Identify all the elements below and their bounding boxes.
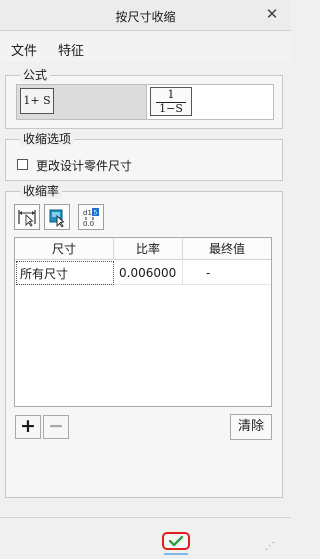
- col-dimension[interactable]: 尺寸: [15, 238, 114, 260]
- formula-option-fraction[interactable]: 1 1−S: [148, 85, 273, 119]
- col-final-value[interactable]: 最终值: [183, 238, 271, 260]
- title-bar: 按尺寸收缩 ✕: [0, 0, 291, 31]
- remove-row-button[interactable]: −: [43, 415, 69, 439]
- cell-final-value: -: [206, 266, 211, 280]
- svg-text:0.0: 0.0: [83, 220, 94, 227]
- select-feature-button[interactable]: [44, 204, 70, 230]
- confirm-check-icon: [168, 535, 184, 547]
- shrink-rate-table: 尺寸 比率 最终值 所有尺寸 0.006000 -: [14, 237, 272, 407]
- formula-group: 公式 1+ S 1 1−S: [5, 68, 283, 129]
- change-design-dimensions-checkbox[interactable]: [17, 159, 28, 170]
- menu-bar: 文件 特征: [0, 32, 291, 62]
- col-ratio[interactable]: 比率: [114, 238, 183, 260]
- dimension-value-toggle-button[interactable]: d1 5 0.0: [78, 204, 104, 230]
- formula-fraction: 1 1−S: [150, 87, 192, 116]
- resize-grip-icon[interactable]: ⋰: [265, 541, 277, 552]
- formula-1-plus-s-label: 1+ S: [20, 88, 54, 114]
- ok-button[interactable]: [162, 532, 190, 550]
- dialog-title: 按尺寸收缩: [115, 10, 176, 24]
- select-dimension-button[interactable]: [14, 204, 40, 230]
- close-icon[interactable]: ✕: [263, 5, 281, 23]
- cell-dimension[interactable]: 所有尺寸: [16, 261, 114, 285]
- dimension-value-toggle-icon: d1 5 0.0: [83, 208, 99, 227]
- menu-feature[interactable]: 特征: [58, 40, 84, 59]
- fraction-numerator: 1: [167, 88, 175, 101]
- shrink-rate-legend: 收缩率: [20, 184, 63, 198]
- formula-legend: 公式: [20, 68, 51, 82]
- shrink-options-group: 收缩选项 更改设计零件尺寸: [5, 132, 283, 181]
- table-row[interactable]: 所有尺寸 0.006000 -: [15, 261, 271, 285]
- select-dimension-icon: [18, 210, 36, 227]
- shrink-options-legend: 收缩选项: [20, 132, 75, 146]
- formula-option-1-plus-s[interactable]: 1+ S: [17, 85, 147, 119]
- svg-text:5: 5: [94, 210, 98, 217]
- formula-selector: 1+ S 1 1−S: [16, 84, 274, 120]
- footer-divider: [0, 517, 291, 518]
- change-design-dimensions-label: 更改设计零件尺寸: [36, 159, 133, 173]
- select-feature-icon: [49, 209, 65, 227]
- fraction-denominator: 1−S: [159, 102, 183, 115]
- ok-focus-underline: [164, 553, 188, 555]
- shrink-rate-group: 收缩率 d1 5 0.0 尺寸 比率 最终值 所有尺寸 0.006000 - +…: [5, 184, 283, 498]
- add-row-button[interactable]: +: [15, 415, 41, 439]
- cell-ratio[interactable]: 0.006000: [114, 261, 183, 285]
- menu-file[interactable]: 文件: [11, 40, 37, 59]
- svg-text:d1: d1: [83, 209, 92, 217]
- table-header: 尺寸 比率 最终值: [15, 238, 271, 260]
- clear-button[interactable]: 清除: [230, 414, 272, 440]
